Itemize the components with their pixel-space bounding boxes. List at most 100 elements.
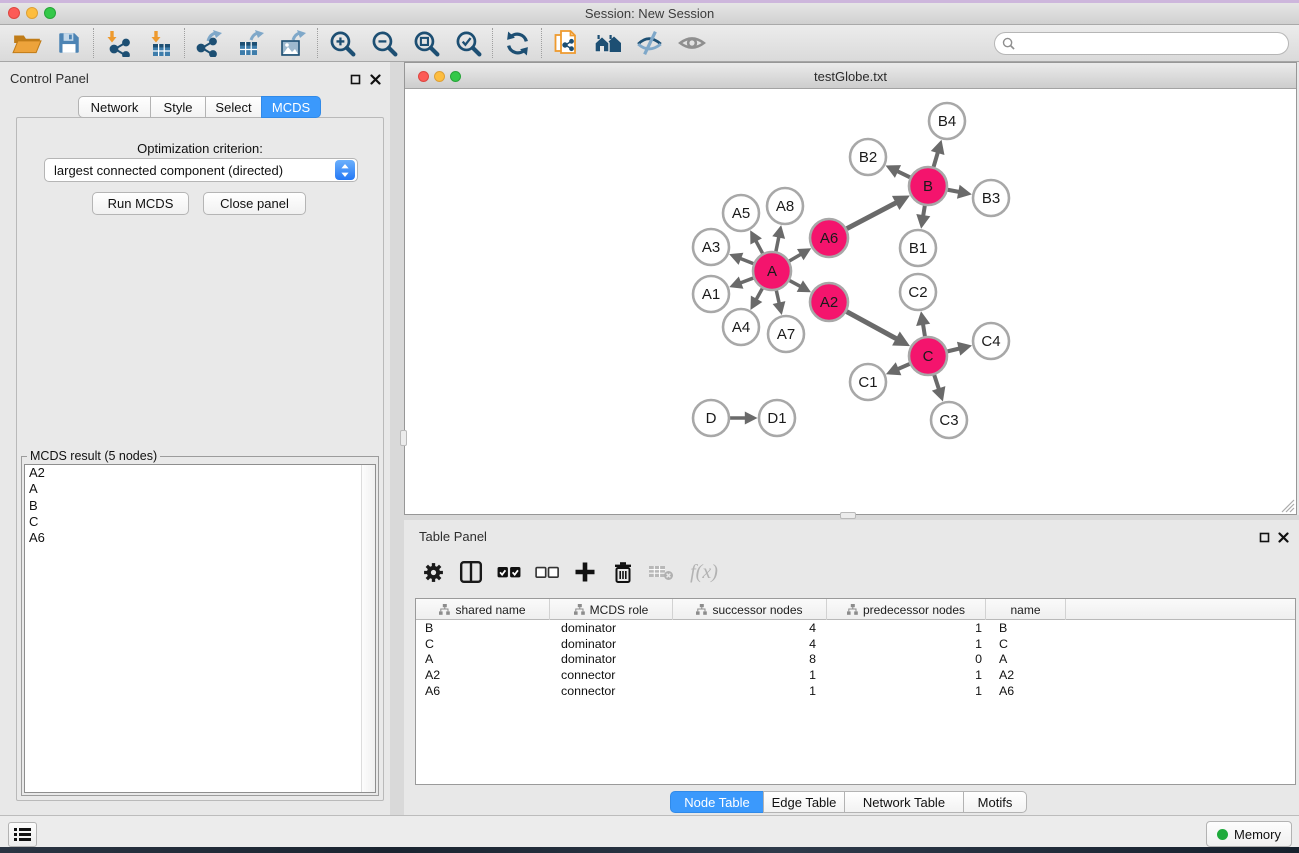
graph-node-D1[interactable]: D1 [759,400,795,436]
graph-edge[interactable] [897,364,910,370]
task-history-button[interactable] [8,822,37,847]
graph-node-B4[interactable]: B4 [929,103,965,139]
table-cell[interactable]: 8 [673,652,827,666]
table-cell[interactable]: dominator [550,621,673,635]
hide-panel-grip-west[interactable] [400,430,407,446]
column-header-successor-nodes[interactable]: successor nodes [673,599,827,620]
graph-node-A8[interactable]: A8 [767,188,803,224]
graph-node-C2[interactable]: C2 [900,274,936,310]
table-cell[interactable]: A2 [986,668,1066,682]
graph-node-D[interactable]: D [693,400,729,436]
graph-edge[interactable] [739,278,753,283]
mcds-result-item[interactable]: A [25,481,375,497]
hide-panel-grip-south[interactable] [840,512,856,519]
table-cell[interactable]: dominator [550,652,673,666]
graph-node-A7[interactable]: A7 [768,316,804,352]
table-cell[interactable]: dominator [550,637,673,651]
criterion-dropdown[interactable]: largest connected component (directed) [44,158,358,182]
table-cell[interactable]: 1 [673,684,827,698]
graph-edge[interactable] [847,202,898,229]
table-cell[interactable]: C [416,637,550,651]
import-table-button[interactable] [139,27,181,59]
table-tab-motifs[interactable]: Motifs [963,791,1027,813]
graph-node-A2[interactable]: A2 [810,283,848,321]
graph-edge[interactable] [790,281,802,288]
table-cell[interactable]: 1 [827,621,986,635]
zoom-selected-button[interactable] [447,27,489,59]
graph-node-B1[interactable]: B1 [900,230,936,266]
function-builder-button[interactable]: f(x) [680,555,728,589]
column-header-predecessor-nodes[interactable]: predecessor nodes [827,599,986,620]
table-cell[interactable]: connector [550,668,673,682]
table-tab-edge-table[interactable]: Edge Table [763,791,845,813]
graph-edge[interactable] [947,348,960,351]
hide-graphics-details-button[interactable] [671,27,713,59]
table-cell[interactable]: A6 [416,684,550,698]
tab-mcds[interactable]: MCDS [261,96,321,118]
graph-edge[interactable] [756,288,763,300]
table-cell[interactable]: 4 [673,637,827,651]
table-cell[interactable]: 1 [827,668,986,682]
column-header-MCDS-role[interactable]: MCDS role [550,599,673,620]
delete-row-button[interactable] [604,555,642,589]
graph-edge[interactable] [847,312,898,340]
add-row-button[interactable] [566,555,604,589]
graph-node-A5[interactable]: A5 [723,195,759,231]
table-settings-button[interactable] [414,555,452,589]
close-panel-icon[interactable] [370,72,381,90]
unselect-all-rows-button[interactable] [528,555,566,589]
table-cell[interactable]: 0 [827,652,986,666]
graph-edge[interactable] [896,171,910,178]
graph-node-A[interactable]: A [753,252,791,290]
table-tab-node-table[interactable]: Node Table [670,791,764,813]
mcds-result-item[interactable]: C [25,514,375,530]
table-cell[interactable]: B [986,621,1066,635]
graph-node-C4[interactable]: C4 [973,323,1009,359]
graph-edge[interactable] [934,375,939,390]
graph-edge[interactable] [776,291,779,305]
graph-node-A3[interactable]: A3 [693,229,729,265]
table-cell[interactable]: A2 [416,668,550,682]
mcds-result-item[interactable]: B [25,498,375,514]
table-row[interactable]: A6connector11A6 [416,683,1295,699]
save-session-button[interactable] [48,27,90,59]
column-header-shared-name[interactable]: shared name [416,599,550,620]
table-cell[interactable]: B [416,621,550,635]
export-table-button[interactable] [230,27,272,59]
table-cell[interactable]: C [986,637,1066,651]
tab-select[interactable]: Select [205,96,262,118]
mcds-result-item[interactable]: A2 [25,465,375,481]
refresh-view-button[interactable] [496,27,538,59]
graph-edge[interactable] [755,240,762,254]
table-row[interactable]: Cdominator41C [416,636,1295,652]
graph-edge[interactable] [934,151,939,167]
table-cell[interactable]: 4 [673,621,827,635]
delete-table-button[interactable] [642,555,680,589]
graph-edge[interactable] [923,323,925,336]
graph-node-A1[interactable]: A1 [693,276,729,312]
table-close-icon[interactable] [1278,530,1289,548]
select-all-rows-button[interactable] [490,555,528,589]
list-scrollbar[interactable] [361,465,375,792]
graph-node-B3[interactable]: B3 [973,180,1009,216]
table-cell[interactable]: 1 [827,684,986,698]
tab-network[interactable]: Network [78,96,151,118]
table-float-icon[interactable] [1259,530,1270,548]
home-button[interactable] [587,27,629,59]
graph-edge[interactable] [789,254,802,261]
table-row[interactable]: Adominator80A [416,651,1295,667]
graph-node-C[interactable]: C [909,337,947,375]
float-panel-icon[interactable] [350,72,361,90]
table-cell[interactable]: A [986,652,1066,666]
open-session-button[interactable] [6,27,48,59]
search-field[interactable] [994,32,1289,55]
export-network-button[interactable] [188,27,230,59]
table-tab-network-table[interactable]: Network Table [844,791,964,813]
table-row[interactable]: A2connector11A2 [416,667,1295,683]
network-from-clipboard-button[interactable] [545,27,587,59]
import-network-button[interactable] [97,27,139,59]
search-input[interactable] [1020,35,1288,53]
memory-button[interactable]: Memory [1206,821,1292,847]
table-cell[interactable]: A [416,652,550,666]
mcds-result-item[interactable]: A6 [25,530,375,546]
